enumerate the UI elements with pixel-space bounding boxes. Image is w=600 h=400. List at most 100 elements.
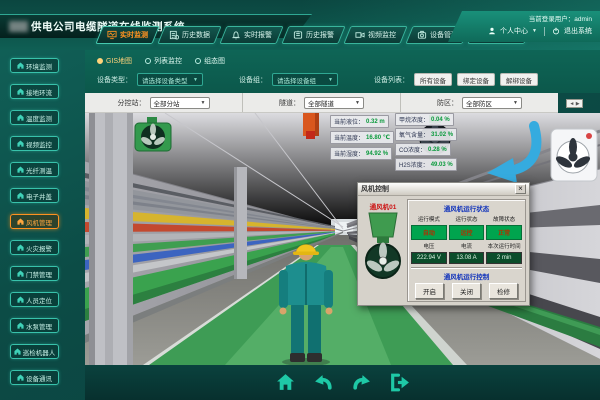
person-icon bbox=[488, 27, 496, 35]
exit-icon[interactable] bbox=[389, 372, 410, 393]
home-icon bbox=[17, 192, 24, 199]
realtime-alarm-icon bbox=[231, 30, 241, 40]
temperature-chip: 当前温度：16.80 ℃ bbox=[330, 131, 394, 144]
user-area: 当前登录用户：admin 个人中心 ▼ 退出系统 bbox=[448, 11, 600, 42]
run-mode-value: 自动 bbox=[411, 225, 447, 240]
sidebar-item-inspection-robot[interactable]: 巡检机器人 bbox=[10, 344, 59, 359]
device-filter-row: 设备类型： 请选择设备类型 ▼ 设备组： 请选择设备组 ▼ 设备列表： 所有设备… bbox=[97, 73, 592, 86]
tab-realtime-alarm[interactable]: 实时报警 bbox=[219, 26, 283, 44]
logout-button[interactable]: 退出系统 bbox=[564, 26, 592, 36]
power-icon bbox=[552, 27, 560, 35]
h2s-chip: H2S浓度：49.03 % bbox=[395, 158, 457, 171]
co-chip: CO浓度：0.28 % bbox=[395, 143, 451, 156]
home-icon bbox=[17, 114, 24, 121]
home-icon bbox=[14, 348, 21, 355]
fan-graphic bbox=[363, 211, 403, 283]
chevron-down-icon: ▼ bbox=[355, 100, 360, 106]
realtime-monitor-icon bbox=[107, 30, 117, 40]
home-icon[interactable] bbox=[275, 372, 296, 393]
sidebar-item-video[interactable]: 视频监控 bbox=[10, 136, 59, 151]
chevron-down-icon: ▼ bbox=[201, 100, 206, 106]
sidebar-item-env-monitor[interactable]: 环境监测 bbox=[10, 58, 59, 73]
tab-label: 实时监测 bbox=[120, 30, 148, 40]
device-group-select[interactable]: 请选择设备组 ▼ bbox=[272, 73, 338, 86]
filter-bar: 分控站： 全部分站 ▼ 隧道： 全部隧道 ▼ 防区： 全部防区 ▼ bbox=[85, 93, 558, 113]
methane-chip: 甲烷浓度：0.04 % bbox=[395, 113, 454, 126]
sidebar-item-ground-circulation[interactable]: 接地环流 bbox=[10, 84, 59, 99]
user-center-menu[interactable]: 个人中心 bbox=[500, 26, 528, 36]
fan-graphic-panel: 通风机01 bbox=[361, 199, 405, 302]
all-devices-button[interactable]: 所有设备 bbox=[414, 73, 452, 86]
sensor-chips-right: 甲烷浓度：0.04 % 氧气含量：31.02 % CO浓度：0.28 % H2S… bbox=[395, 113, 457, 173]
humidity-chip: 当前湿度：94.92 % bbox=[330, 147, 392, 160]
tab-label: 视频监控 bbox=[368, 30, 396, 40]
undo-arrow-icon[interactable] bbox=[313, 372, 334, 393]
sidebar-item-manhole-cover[interactable]: 电子井盖 bbox=[10, 188, 59, 203]
steel-column bbox=[89, 113, 133, 365]
tab-history-alarm[interactable]: 历史报警 bbox=[281, 26, 345, 44]
bottom-nav-bar bbox=[85, 365, 600, 400]
divider bbox=[411, 267, 522, 269]
history-data-icon bbox=[169, 30, 179, 40]
radio-gis-map[interactable]: GIS地图 bbox=[97, 56, 132, 66]
tab-video-monitor[interactable]: 视频监控 bbox=[343, 26, 407, 44]
zone-filter: 防区： 全部防区 ▼ bbox=[401, 93, 558, 112]
fan-start-button[interactable]: 开启 bbox=[415, 283, 444, 299]
sidebar-item-access-control[interactable]: 门禁管理 bbox=[10, 266, 59, 281]
view-mode-radios: GIS地图 列表监控 组态图 bbox=[97, 56, 225, 66]
sidebar-item-pump-manage[interactable]: 水泵管理 bbox=[10, 318, 59, 333]
run-state-value: 远控 bbox=[449, 225, 485, 240]
redo-arrow-icon[interactable] bbox=[351, 372, 372, 393]
home-icon bbox=[17, 140, 24, 147]
voltage-value: 222.94 V bbox=[411, 252, 447, 264]
home-icon bbox=[17, 218, 24, 225]
current-user-label: 当前登录用户：admin bbox=[464, 13, 592, 23]
control-bar: GIS地图 列表监控 组态图 设备类型： 请选择设备类型 ▼ 设备组： 请选择设… bbox=[85, 50, 600, 93]
fan-stop-button[interactable]: 关闭 bbox=[452, 283, 481, 299]
substation-select[interactable]: 全部分站 ▼ bbox=[150, 97, 210, 109]
tab-realtime-monitor[interactable]: 实时监测 bbox=[95, 26, 159, 44]
control-section-header: 通风机运行控制 bbox=[411, 271, 522, 281]
radio-dot bbox=[97, 58, 103, 64]
sidebar-item-temperature[interactable]: 温度监测 bbox=[10, 110, 59, 125]
sidebar-item-fiber-temp[interactable]: 光纤测温 bbox=[10, 162, 59, 177]
chevron-down-icon: ▼ bbox=[532, 28, 537, 34]
sidebar-item-device-comm[interactable]: 设备通讯 bbox=[10, 370, 59, 385]
liquid-level-chip: 当前液位：0.32 m bbox=[330, 115, 389, 128]
device-manage-icon bbox=[417, 30, 427, 40]
fan-maintain-button[interactable]: 检修 bbox=[489, 283, 518, 299]
tab-history-data[interactable]: 历史数据 bbox=[157, 26, 221, 44]
home-icon bbox=[17, 374, 24, 381]
current-value: 13.08 A bbox=[449, 252, 485, 264]
fan-device-label: 通风机01 bbox=[370, 201, 397, 211]
chevron-down-icon: ▼ bbox=[328, 77, 333, 83]
sidebar-item-fire-alarm[interactable]: 火灾报警 bbox=[10, 240, 59, 255]
fan-widget-icon[interactable] bbox=[551, 129, 597, 181]
home-icon bbox=[17, 166, 24, 173]
tab-label: 历史报警 bbox=[306, 30, 334, 40]
device-list-label: 设备列表： bbox=[374, 75, 409, 85]
close-icon[interactable]: × bbox=[515, 184, 526, 194]
dialog-titlebar[interactable]: 风机控制 × bbox=[358, 183, 529, 196]
oxygen-chip: 氧气含量：31.02 % bbox=[395, 128, 457, 141]
orange-duct bbox=[303, 113, 319, 139]
filter-pager[interactable]: ◄ ▶ bbox=[566, 99, 583, 108]
fan-control-dialog: 风机控制 × 通风机01 通风机运行 bbox=[357, 182, 530, 306]
unbind-device-button[interactable]: 解绑设备 bbox=[500, 73, 538, 86]
chevron-down-icon: ▼ bbox=[193, 77, 198, 83]
zone-select[interactable]: 全部防区 ▼ bbox=[462, 97, 522, 109]
bind-device-button[interactable]: 绑定设备 bbox=[457, 73, 495, 86]
radio-list-monitor[interactable]: 列表监控 bbox=[145, 56, 182, 66]
tab-label: 实时报警 bbox=[244, 30, 272, 40]
radio-scada-view[interactable]: 组态图 bbox=[195, 56, 225, 66]
tunnel-select[interactable]: 全部隧道 ▼ bbox=[304, 97, 364, 109]
home-icon bbox=[17, 270, 24, 277]
fan-status-panel: 通风机运行状态 运行模式 运行状态 故障状态 自动 远控 正常 电压 电流 bbox=[407, 199, 526, 302]
sidebar-item-fan-manage[interactable]: 风机管理 bbox=[10, 214, 59, 229]
home-icon bbox=[17, 322, 24, 329]
device-type-select[interactable]: 请选择设备类型 ▼ bbox=[137, 73, 203, 86]
status-section-header: 通风机运行状态 bbox=[411, 203, 522, 213]
runtime-value: 2 min bbox=[486, 252, 522, 264]
tab-label: 历史数据 bbox=[182, 30, 210, 40]
sidebar-item-personnel-location[interactable]: 人员定位 bbox=[10, 292, 59, 307]
